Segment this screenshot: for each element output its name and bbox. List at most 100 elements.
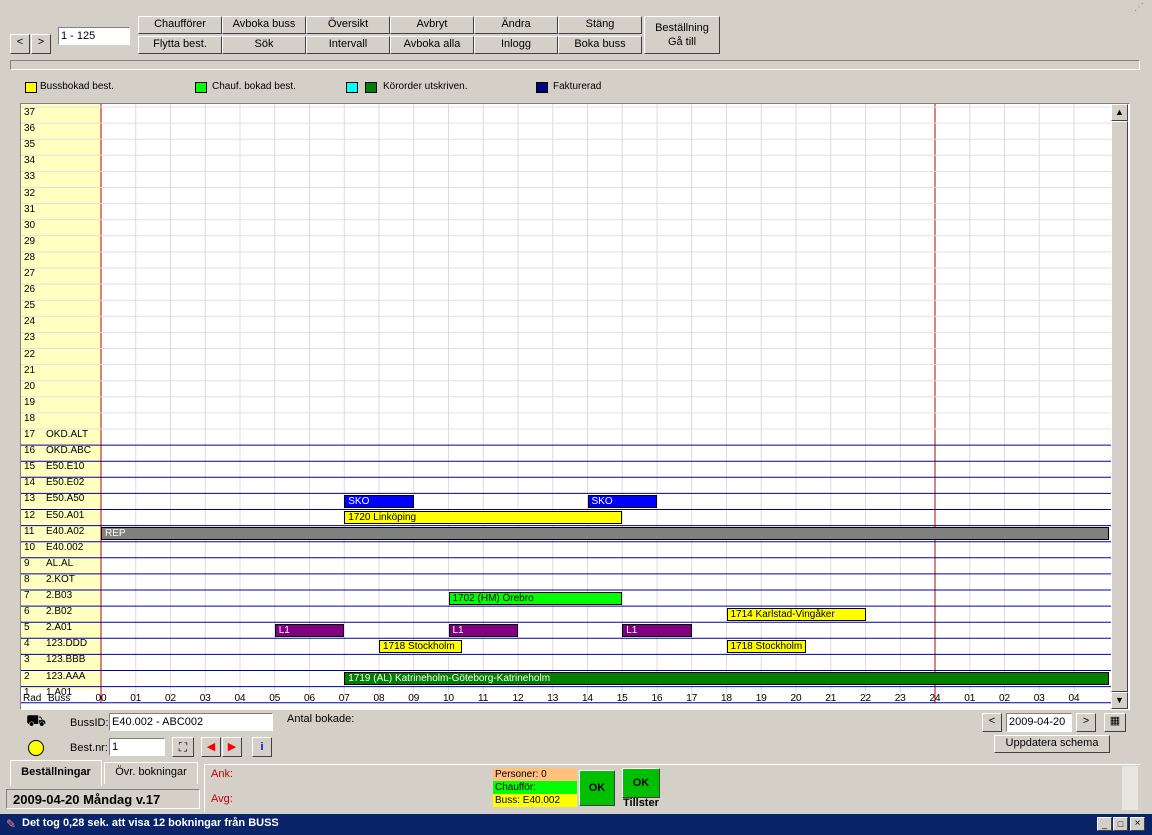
row-label[interactable]: 28	[22, 250, 100, 266]
row-number: 8	[24, 573, 30, 585]
maximize-button[interactable]: □	[1113, 817, 1128, 831]
row-label[interactable]: 22	[22, 347, 100, 363]
row-number: 9	[24, 557, 30, 569]
row-label[interactable]: 36	[22, 121, 100, 137]
row-label[interactable]: 35	[22, 137, 100, 153]
uppdatera-schema-button[interactable]: Uppdatera schema	[994, 735, 1110, 753]
bussid-field[interactable]: E40.002 - ABC002	[109, 713, 273, 731]
app-icon: ✎	[6, 817, 17, 831]
scroll-thumb[interactable]	[1111, 121, 1128, 692]
row-label[interactable]: 13 E50.A50	[22, 491, 100, 507]
booking-bar[interactable]: 1714 Karlstad-Vingåker	[726, 607, 866, 621]
row-label[interactable]: 7 2.B03	[22, 588, 100, 604]
booking-bar[interactable]: 1720 Linköping	[344, 511, 623, 524]
scroll-up-arrow-icon[interactable]: ▲	[1111, 104, 1128, 121]
tab-panel-scrollbar[interactable]	[1122, 766, 1138, 810]
hour-label: 18	[720, 693, 733, 704]
close-button[interactable]: ×	[1130, 817, 1145, 831]
date-prev-button[interactable]: <	[982, 713, 1002, 732]
booking-bar[interactable]: 1718 Stockholm	[379, 639, 463, 653]
row-label[interactable]: 5 2.A01	[22, 620, 100, 636]
row-bus-id: 123.BBB	[46, 654, 86, 666]
row-label[interactable]: 12 E50.A01	[22, 508, 100, 524]
row-label[interactable]: 16 OKD.ABC	[22, 443, 100, 459]
row-label[interactable]: 2 123.AAA	[22, 669, 100, 685]
minimize-button[interactable]: _	[1097, 817, 1112, 831]
row-label[interactable]: 25	[22, 298, 100, 314]
ok-chauffor-button[interactable]: OK	[579, 770, 615, 806]
row-label[interactable]: 8 2.KOT	[22, 572, 100, 588]
row-label[interactable]: 6 2.B02	[22, 604, 100, 620]
hour-label: 04	[234, 693, 246, 704]
booking-bar[interactable]: SKO	[344, 494, 414, 508]
row-bus-id: E40.002	[46, 541, 84, 553]
row-label[interactable]: 10 E40.002	[22, 540, 100, 556]
row-bus-id: 2.A01	[46, 622, 73, 634]
date-next-button[interactable]: >	[1076, 713, 1096, 732]
booking-bar[interactable]: L1	[274, 623, 345, 637]
avg-label: Avg:	[211, 793, 233, 805]
prev-booking-arrow-icon[interactable]: ◀	[201, 737, 221, 757]
grid-scrollbar[interactable]: ▲ ▼	[1111, 104, 1128, 709]
booking-bar[interactable]: 1719 (AL) Katrineholm-Göteborg-Katrineho…	[344, 672, 1109, 685]
scroll-down-arrow-icon[interactable]: ▼	[1111, 692, 1128, 709]
row-label[interactable]: 32	[22, 186, 100, 202]
bestnr-input[interactable]: 1	[109, 738, 165, 756]
bus-icon: ⛟	[26, 713, 47, 730]
day-label-panel: 2009-04-20 Måndag v.17	[6, 789, 200, 809]
info-icon[interactable]: i	[252, 737, 272, 757]
row-label[interactable]: 17 OKD.ALT	[22, 427, 100, 443]
row-label[interactable]: 31	[22, 202, 100, 218]
row-number: 17	[24, 429, 36, 440]
next-booking-arrow-icon[interactable]: ▶	[222, 737, 242, 757]
row-label[interactable]: 14 E50.E02	[22, 475, 100, 491]
row-bus-id: OKD.ABC	[46, 445, 92, 457]
row-label[interactable]: 34	[22, 153, 100, 169]
booking-bar[interactable]: SKO	[587, 494, 657, 508]
row-label[interactable]: 27	[22, 266, 100, 282]
row-label[interactable]: 15 E50.E10	[22, 459, 100, 475]
row-label[interactable]: 3 123.BBB	[22, 652, 100, 668]
booking-bar[interactable]: L1	[622, 623, 692, 637]
row-number: 27	[24, 268, 36, 279]
row-label[interactable]: 11 E40.A02	[22, 524, 100, 540]
row-label[interactable]: 23	[22, 330, 100, 346]
hour-label: 13	[547, 693, 559, 704]
hour-label: 11	[478, 693, 489, 704]
row-label[interactable]: 26	[22, 282, 100, 298]
row-label[interactable]: 20	[22, 379, 100, 395]
tab-bestallningar[interactable]: Beställningar	[10, 760, 102, 786]
row-number: 21	[24, 364, 36, 376]
row-number: 14	[24, 477, 36, 489]
calendar-icon[interactable]: ▦	[1104, 713, 1126, 732]
row-number: 20	[24, 380, 36, 392]
date-field[interactable]: 2009-04-20	[1006, 713, 1072, 732]
row-label[interactable]: 29	[22, 234, 100, 250]
row-label[interactable]: 30	[22, 218, 100, 234]
booking-bar[interactable]: 1718 Stockholm	[726, 639, 807, 653]
header-buss: Buss	[48, 693, 71, 704]
row-label[interactable]: 18	[22, 411, 100, 427]
binoculars-search-icon[interactable]: ⛶	[172, 737, 194, 757]
row-label[interactable]: 21	[22, 363, 100, 379]
status-circle-icon	[28, 740, 44, 756]
row-label[interactable]: 19	[22, 395, 100, 411]
row-label[interactable]: 4 123.DDD	[22, 636, 100, 652]
hour-label: 03	[1033, 693, 1045, 704]
ok-buss-button[interactable]: OK	[622, 768, 660, 798]
row-label[interactable]: 9 AL.AL	[22, 556, 100, 572]
hour-label: 02	[164, 693, 177, 704]
row-label[interactable]: 37	[22, 105, 100, 121]
hour-label: 23	[894, 693, 906, 704]
row-label[interactable]: 33	[22, 169, 100, 185]
booking-bar[interactable]: 1702 (HM) Örebro	[448, 591, 623, 605]
tab-ovr-bokningar[interactable]: Övr. bokningar	[104, 762, 198, 784]
booking-bar[interactable]: REP	[101, 527, 1109, 541]
ank-label: Ank:	[211, 768, 234, 780]
booking-bar[interactable]: L1	[448, 623, 518, 637]
hour-label: 04	[1068, 693, 1080, 704]
row-number: 22	[24, 348, 36, 360]
row-number: 13	[24, 493, 36, 505]
row-label[interactable]: 24	[22, 314, 100, 330]
row-bus-id: 2.KOT	[46, 573, 75, 585]
